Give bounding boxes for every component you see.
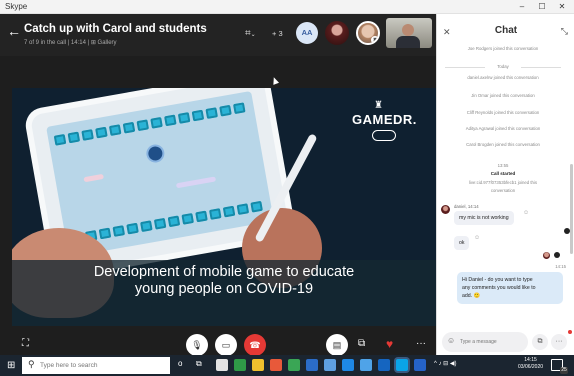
file-explorer-icon[interactable] [252, 359, 264, 371]
notification-dot [568, 330, 572, 334]
onedrive-icon[interactable] [342, 359, 354, 371]
message-meta: daniel, 14:14 [454, 204, 479, 209]
heart-react-icon[interactable]: ♥ [386, 337, 393, 351]
windows-taskbar: ⊞ ⚲ o ⧉ ^ ♪ ⊟ ◀) 14:15 03/06/2020 25 [0, 355, 574, 376]
call-time: 13:55 [497, 163, 509, 168]
gamepad-icon [372, 130, 396, 141]
caption-line-2: young people on COVID-19 [134, 281, 314, 297]
taskbar-search-input[interactable] [40, 360, 160, 371]
minimize-button[interactable]: – [514, 1, 530, 13]
camera-button[interactable]: ▭ [215, 334, 237, 355]
search-icon: ⚲ [28, 359, 35, 369]
app-icon[interactable] [288, 359, 300, 371]
app-icon[interactable] [306, 359, 318, 371]
mic-button[interactable]: 🎙 [186, 334, 208, 355]
message-composer[interactable]: ☺ [442, 332, 528, 352]
call-area: ← Catch up with Carol and students 7 of … [0, 14, 436, 355]
emoji-icon[interactable]: ☺ [447, 336, 455, 345]
windows-start-icon[interactable]: ⊞ [7, 360, 15, 371]
window-title-bar: Skype – ☐ ✕ [0, 0, 574, 14]
system-message: conversation [490, 188, 516, 193]
gamedr-logo: GAMEDR. [352, 112, 417, 127]
chat-panel: ✕ Chat ⤡ Joe Rodgers joined this convers… [436, 14, 574, 355]
close-window-button[interactable]: ✕ [554, 1, 570, 13]
attach-content-icon[interactable]: ⧉ [532, 334, 548, 350]
maximize-button[interactable]: ☐ [534, 1, 550, 13]
shared-screen-video: ♜ GAMEDR. Development of mobile game to … [12, 88, 436, 326]
chat-title: Chat [494, 25, 518, 36]
system-message: Cliff Reynolds joined this conversation [466, 110, 540, 115]
game-platform [175, 176, 217, 189]
hang-up-button[interactable]: ☎ [244, 334, 266, 355]
taskbar-search[interactable]: ⚲ [22, 357, 170, 374]
participant-avatar-2[interactable]: ✖ [356, 21, 380, 45]
camera-app-icon[interactable] [216, 359, 228, 371]
participant-avatar-1[interactable] [325, 21, 349, 45]
outgoing-message[interactable]: Hi Daniel - do you want to type any comm… [457, 272, 563, 304]
system-message: daniel.axelrw joined this conversation [467, 75, 539, 80]
participant-video-thumbnail[interactable] [386, 18, 432, 48]
sender-avatar[interactable] [441, 205, 450, 214]
expand-chat-icon[interactable]: ⤡ [561, 26, 568, 37]
system-message: Joe Rodgers joined this conversation [467, 46, 539, 51]
more-participants-count[interactable]: + 3 [272, 29, 283, 38]
system-message: live:cid.977f07353bfecb1 joined this [468, 180, 538, 185]
caption-line-1: Development of mobile game to educate [93, 264, 355, 280]
app-icon[interactable] [270, 359, 282, 371]
taskbar-clock[interactable]: 14:15 03/06/2020 [518, 357, 543, 371]
app-icon[interactable] [378, 359, 390, 371]
app-icon[interactable] [324, 359, 336, 371]
share-icon[interactable]: ⧉ [358, 337, 365, 351]
more-options-icon[interactable]: ··· [416, 337, 426, 351]
call-title: Catch up with Carol and students [24, 23, 207, 35]
incoming-message[interactable]: ok [454, 236, 470, 250]
app-name: Skype [5, 2, 28, 11]
call-started-label: Call started [490, 171, 516, 176]
self-avatar[interactable]: AA [296, 22, 318, 44]
skype-taskbar-icon[interactable] [396, 359, 408, 371]
read-receipt-avatar [543, 252, 550, 259]
game-platform [83, 173, 104, 183]
mouse-pointer-icon [270, 76, 280, 85]
chat-scrollbar[interactable] [570, 164, 573, 254]
date-divider: Today [485, 64, 521, 69]
fullscreen-icon[interactable]: ⛶ [22, 337, 29, 351]
app-icon[interactable] [360, 359, 372, 371]
system-message: Aditya Agrawal joined this conversation [465, 126, 541, 131]
muted-icon: ✖ [371, 36, 378, 43]
layout-switch-icon[interactable]: ⌗⌄ [245, 28, 256, 39]
add-reaction-icon[interactable]: ☺ [523, 210, 529, 216]
read-receipt-avatar [554, 252, 560, 258]
system-tray-icons[interactable]: ^ ♪ ⊟ ◀) [434, 360, 456, 367]
system-message: Carol Brogden joined this conversation [466, 142, 540, 147]
cortana-icon[interactable]: o [178, 359, 182, 368]
edge-icon[interactable] [234, 359, 246, 371]
more-chat-options-icon[interactable]: ··· [551, 334, 567, 350]
notification-count-badge: 25 [560, 367, 568, 374]
incoming-message[interactable]: my mic is not working [454, 211, 514, 225]
back-arrow-icon[interactable]: ← [7, 24, 21, 38]
call-header: ← Catch up with Carol and students 7 of … [0, 14, 436, 56]
video-caption: Development of mobile game to educate yo… [12, 264, 436, 298]
app-icon[interactable] [414, 359, 426, 371]
message-time: 14:15 [555, 264, 566, 269]
skype-window: Skype – ☐ ✕ ← Catch up with Carol and st… [0, 0, 574, 376]
message-input[interactable] [460, 336, 524, 348]
task-view-icon[interactable]: ⧉ [196, 359, 202, 369]
virus-icon [147, 145, 164, 162]
call-subtitle: 7 of 9 in the call | 14:14 | ⊞ Gallery [24, 40, 117, 46]
system-message: Jin Omar joined this conversation [471, 93, 535, 98]
gamedr-logo-hat-icon: ♜ [374, 100, 383, 111]
chat-button[interactable]: ▤ [326, 334, 348, 355]
add-reaction-icon[interactable]: ☺ [474, 235, 480, 241]
